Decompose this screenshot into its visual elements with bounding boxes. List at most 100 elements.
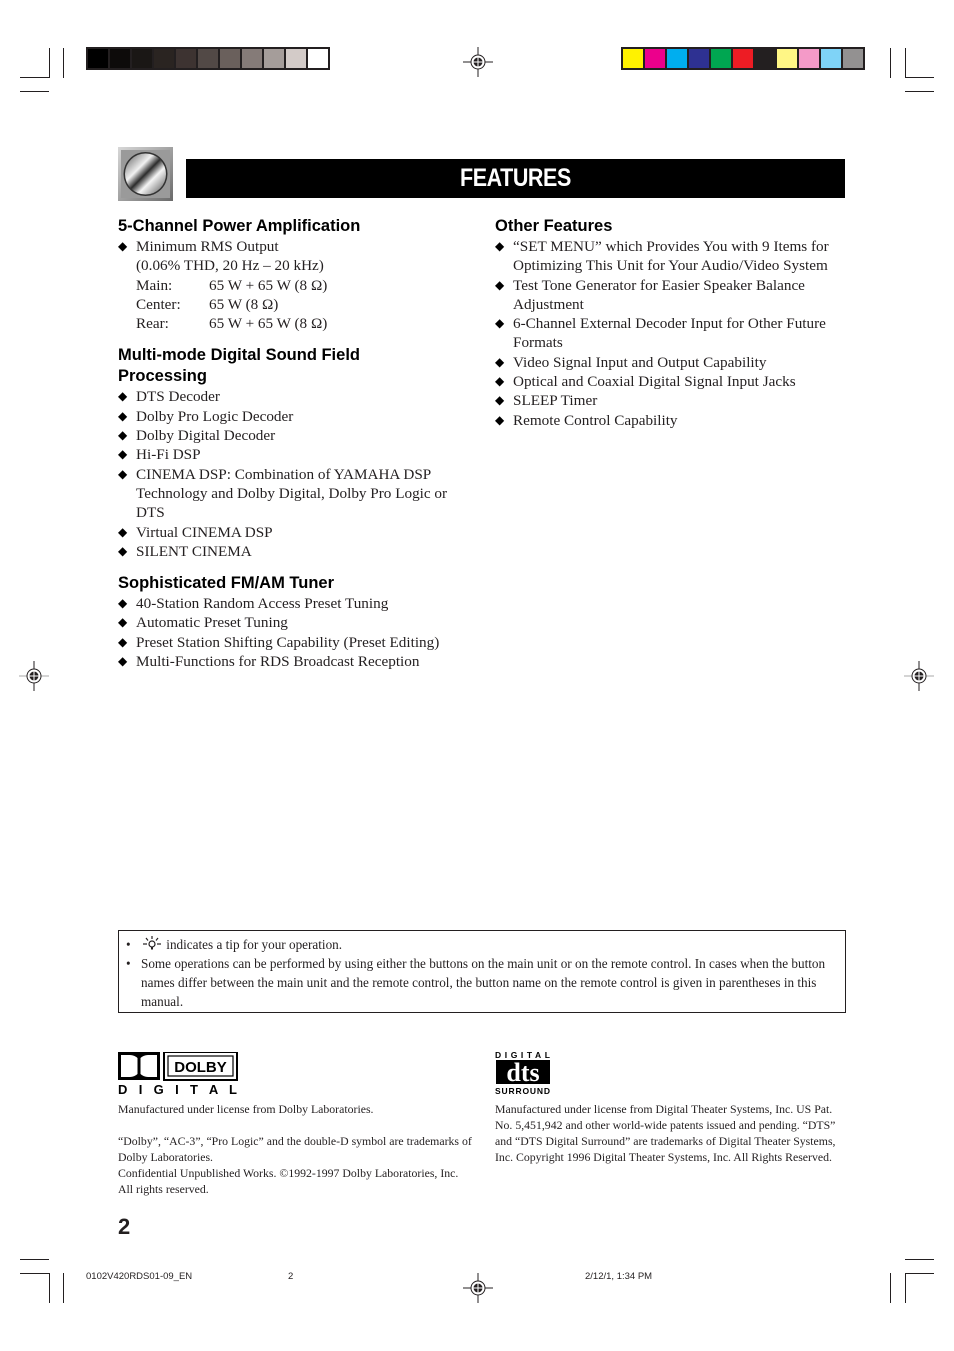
grayscale-swatch <box>286 49 306 68</box>
color-swatch <box>623 49 643 68</box>
diamond-bullet-icon: ◆ <box>118 466 128 481</box>
slug-page: 2 <box>288 1271 294 1282</box>
crop-mark <box>49 1273 50 1303</box>
section-heading: Other Features <box>495 217 613 235</box>
color-swatch <box>821 49 841 68</box>
diamond-bullet-icon: ◆ <box>118 428 128 443</box>
page-title-bar: FEATURES <box>186 159 845 198</box>
spec-row-rear: Rear: 65 W + 65 W (8 Ω) <box>136 315 328 333</box>
lightbulb-tip-icon <box>143 936 161 950</box>
diamond-bullet-icon: ◆ <box>495 412 505 427</box>
list-item: ◆ SILENT CINEMA <box>118 542 252 560</box>
spec-row-main: Main: 65 W + 65 W (8 Ω) <box>136 276 328 294</box>
section-sound-field-processing: Multi-mode Digital Sound Field Processin… <box>118 345 478 561</box>
crop-mark <box>905 1273 906 1303</box>
crop-mark <box>63 48 64 78</box>
crop-mark <box>905 91 934 92</box>
grayscale-swatch <box>132 49 152 68</box>
grayscale-swatch <box>308 49 328 68</box>
crop-mark <box>905 77 934 78</box>
diamond-bullet-icon: ◆ <box>495 354 505 369</box>
page-number: 2 <box>118 1214 131 1239</box>
list-item: ◆ Automatic Preset Tuning <box>118 614 288 632</box>
registration-mark-icon <box>463 1273 493 1303</box>
diamond-bullet-icon: ◆ <box>118 634 128 649</box>
list-item: ◆ “SET MENU” which Provides You with 9 It… <box>495 238 829 275</box>
dolby-logo-sub: D I G I T A L <box>118 1082 237 1096</box>
list-item: ◆ 6-Channel External Decoder Input for Ot… <box>495 315 826 352</box>
grayscale-swatch <box>88 49 108 68</box>
diamond-bullet-icon: ◆ <box>118 408 128 423</box>
diamond-bullet-icon: ◆ <box>495 374 505 389</box>
diamond-bullet-icon: ◆ <box>118 543 128 558</box>
crop-mark <box>905 1273 934 1274</box>
diamond-bullet-icon: ◆ <box>495 393 505 408</box>
diamond-bullet-icon: ◆ <box>495 316 505 331</box>
list-item: ◆ Dolby Pro Logic Decoder <box>118 407 294 425</box>
diamond-bullet-icon: ◆ <box>495 239 505 253</box>
list-item: ◆ Optical and Coaxial Digital Signal Inpu… <box>495 373 796 391</box>
color-swatch <box>667 49 687 68</box>
list-item: ◆ 40-Station Random Access Preset Tuning <box>118 595 389 613</box>
list-item: ◆ Dolby Digital Decoder <box>118 427 276 445</box>
crop-mark <box>890 48 891 78</box>
tip-notice-box: • indicates a tip for your operation. • … <box>118 930 846 1013</box>
grayscale-swatch <box>154 49 174 68</box>
slug-date: 2/12/1, 1:34 PM <box>585 1271 653 1282</box>
diamond-bullet-icon: ◆ <box>118 389 128 404</box>
spec-row-center: Center: 65 W (8 Ω) <box>136 295 279 313</box>
tip-row: • indicates a tip for your operation. <box>126 936 343 952</box>
color-swatch <box>799 49 819 68</box>
section-heading: Multi-mode Digital Sound Field Processin… <box>118 346 360 386</box>
metallic-knob-icon <box>118 147 173 201</box>
dts-digital-surround-logo: DIGITAL dts SURROUND <box>495 1050 550 1096</box>
section-tuner: Sophisticated FM/AM Tuner ◆ 40-Station Ra… <box>118 573 478 671</box>
list-item: ◆ Remote Control Capability <box>495 411 678 429</box>
registration-mark-icon <box>904 661 934 691</box>
grayscale-calibration-bar <box>86 47 330 70</box>
color-calibration-bar <box>621 47 865 70</box>
list-item: ◆ Multi-Functions for RDS Broadcast Recep… <box>118 653 420 671</box>
diamond-bullet-icon: ◆ <box>118 596 128 611</box>
color-swatch <box>843 49 863 68</box>
crop-mark <box>49 48 50 78</box>
diamond-bullet-icon: ◆ <box>118 239 128 253</box>
crop-mark <box>890 1273 891 1303</box>
list-item: ◆ CINEMA DSP: Combination of YAMAHA DSP T… <box>118 465 448 522</box>
section-heading: Sophisticated FM/AM Tuner <box>118 574 335 593</box>
notice-row: • Some operations can be performed by us… <box>126 956 826 1009</box>
color-swatch <box>755 49 775 68</box>
slug-file-name: 0102V420RDS01-09_EN <box>86 1271 193 1282</box>
crop-mark <box>20 1259 49 1260</box>
dts-logo-bottom: SURROUND <box>495 1086 550 1096</box>
color-swatch <box>689 49 709 68</box>
dts-license-text: Manufactured under license from Digital … <box>495 1102 836 1164</box>
dolby-license-text: Manufactured under license from Dolby La… <box>118 1102 472 1196</box>
list-item: ◆ Virtual CINEMA DSP <box>118 523 273 541</box>
grayscale-swatch <box>198 49 218 68</box>
diamond-bullet-icon: ◆ <box>118 654 128 669</box>
dolby-logo-word: DOLBY <box>174 1059 227 1076</box>
crop-mark <box>20 77 49 78</box>
grayscale-swatch <box>176 49 196 68</box>
list-item: ◆ Preset Station Shifting Capability (Pre… <box>118 633 440 651</box>
grayscale-swatch <box>242 49 262 68</box>
grayscale-swatch <box>110 49 130 68</box>
section-power-amplification: 5-Channel Power Amplification ◆ Minimum R… <box>118 216 478 333</box>
list-item: ◆ Video Signal Input and Output Capabilit… <box>495 353 767 371</box>
page-title: FEATURES <box>460 164 571 192</box>
dts-logo-mid: dts <box>506 1058 539 1087</box>
registration-mark-icon <box>19 661 49 691</box>
registration-mark-icon <box>463 47 493 77</box>
section-other-features: Other Features ◆ “SET MENU” which Provide… <box>495 216 850 430</box>
diamond-bullet-icon: ◆ <box>495 277 505 292</box>
dolby-digital-logo: DOLBY D I G I T A L <box>118 1052 238 1096</box>
spec-block: (0.06% THD, 20 Hz – 20 kHz) Main: 65 W + … <box>118 256 478 333</box>
grayscale-swatch <box>220 49 240 68</box>
color-swatch <box>711 49 731 68</box>
color-swatch <box>645 49 665 68</box>
list-item: ◆ DTS Decoder <box>118 388 220 406</box>
list-item: ◆ Minimum RMS Output <box>118 238 279 255</box>
section-heading: 5-Channel Power Amplification <box>118 217 361 235</box>
diamond-bullet-icon: ◆ <box>118 524 128 539</box>
